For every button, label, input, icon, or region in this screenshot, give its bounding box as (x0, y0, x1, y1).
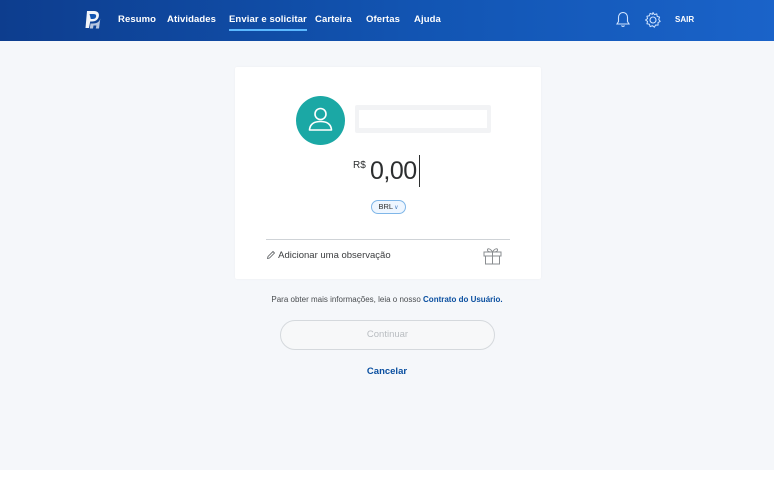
paypal-logo[interactable] (84, 10, 101, 30)
recipient-avatar (296, 96, 345, 145)
gear-icon[interactable] (644, 11, 662, 29)
user-agreement-link[interactable]: Contrato do Usuário (423, 295, 500, 304)
nav-item-enviar-e-solicitar[interactable]: Enviar e solicitar (229, 14, 307, 31)
nav-item-resumo[interactable]: Resumo (118, 14, 156, 25)
nav-item-carteira[interactable]: Carteira (315, 14, 352, 25)
bell-icon[interactable] (615, 11, 631, 28)
continue-button[interactable]: Continuar (280, 320, 495, 350)
pencil-icon (266, 251, 276, 260)
user-icon (308, 107, 333, 131)
amount-input[interactable]: 0,00 (370, 157, 417, 186)
payment-card: R$ 0,00 BRL∨ Adicionar uma observação (235, 67, 541, 279)
cancel-link[interactable]: Cancelar (0, 366, 774, 377)
currency-symbol: R$ (353, 160, 366, 171)
text-cursor (419, 155, 420, 187)
currency-selector[interactable]: BRL∨ (371, 200, 406, 214)
logout-link[interactable]: SAIR (675, 15, 694, 24)
recipient-field[interactable] (355, 105, 491, 133)
divider (266, 239, 510, 240)
top-navigation-bar: Resumo Atividades Enviar e solicitar Car… (0, 0, 774, 41)
add-note-label: Adicionar uma observação (278, 250, 391, 261)
gift-icon[interactable] (482, 245, 503, 265)
user-agreement-suffix: . (500, 295, 503, 304)
add-note-link[interactable]: Adicionar uma observação (266, 250, 391, 261)
recipient-field-inner (359, 110, 487, 128)
user-agreement-notice: Para obter mais informações, leia o noss… (0, 295, 774, 304)
user-agreement-text: Para obter mais informações, leia o noss… (271, 295, 421, 304)
currency-code: BRL (378, 202, 394, 211)
nav-item-ajuda[interactable]: Ajuda (414, 14, 441, 25)
chevron-down-icon: ∨ (394, 205, 399, 211)
nav-item-ofertas[interactable]: Ofertas (366, 14, 400, 25)
nav-item-atividades[interactable]: Atividades (167, 14, 216, 25)
